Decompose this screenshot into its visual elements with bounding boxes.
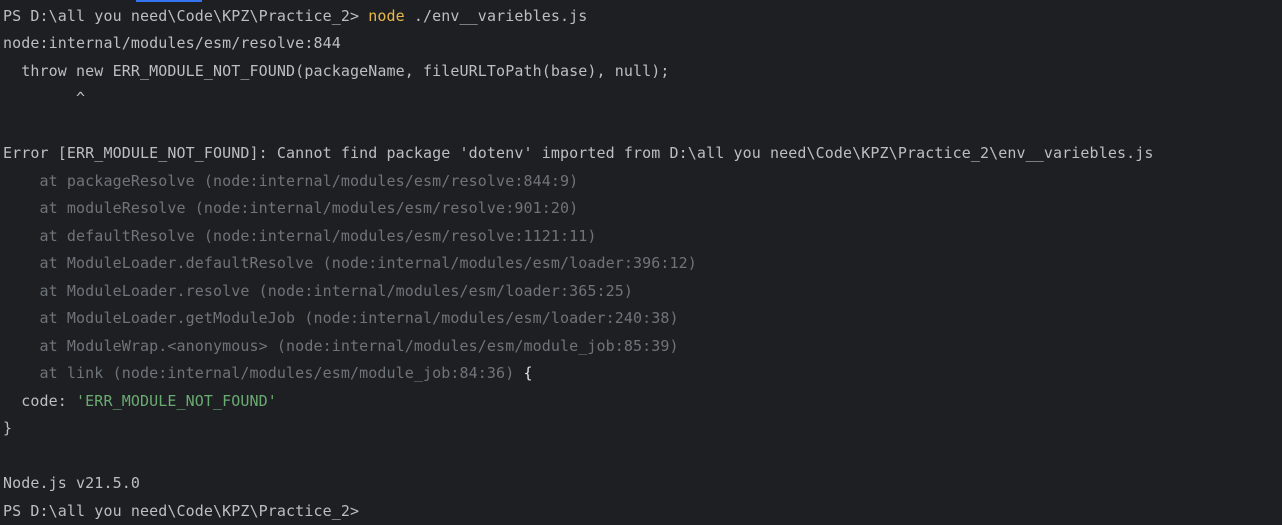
- final-prompt[interactable]: PS D:\all you need\Code\KPZ\Practice_2>: [3, 498, 359, 525]
- stack-frame: at ModuleLoader.resolve (node:internal/m…: [3, 282, 634, 300]
- error-message: Error [ERR_MODULE_NOT_FOUND]: Cannot fin…: [3, 144, 1154, 162]
- code-key: code:: [3, 392, 77, 410]
- stack-frame: at ModuleLoader.getModuleJob (node:inter…: [3, 309, 679, 327]
- stack-frame-last: at link (node:internal/modules/esm/modul…: [3, 360, 533, 387]
- stack-frame: at ModuleWrap.<anonymous> (node:internal…: [3, 337, 679, 355]
- stack-frame: at moduleResolve (node:internal/modules/…: [3, 199, 579, 217]
- error-caret: ^: [3, 89, 86, 107]
- terminal-output[interactable]: PS D:\all you need\Code\KPZ\Practice_2> …: [0, 0, 1282, 523]
- scroll-indicator: [136, 0, 202, 2]
- stack-frame: at defaultResolve (node:internal/modules…: [3, 227, 597, 245]
- command-args: ./env__variebles.js: [404, 7, 588, 25]
- error-code-line: code: 'ERR_MODULE_NOT_FOUND': [3, 388, 277, 415]
- open-brace: {: [514, 364, 533, 382]
- node-version: Node.js v21.5.0: [3, 474, 140, 492]
- error-location: node:internal/modules/esm/resolve:844: [3, 34, 341, 52]
- close-brace: }: [3, 419, 13, 437]
- throw-source-line: throw new ERR_MODULE_NOT_FOUND(packageNa…: [3, 62, 670, 80]
- command-line: PS D:\all you need\Code\KPZ\Practice_2> …: [3, 3, 587, 30]
- stack-frame: at ModuleLoader.defaultResolve (node:int…: [3, 254, 697, 272]
- code-value: 'ERR_MODULE_NOT_FOUND': [76, 392, 277, 410]
- stack-frame: at link (node:internal/modules/esm/modul…: [3, 364, 515, 382]
- command-keyword: node: [368, 7, 405, 25]
- prompt-text: PS D:\all you need\Code\KPZ\Practice_2>: [3, 7, 369, 25]
- stack-frame: at packageResolve (node:internal/modules…: [3, 172, 579, 190]
